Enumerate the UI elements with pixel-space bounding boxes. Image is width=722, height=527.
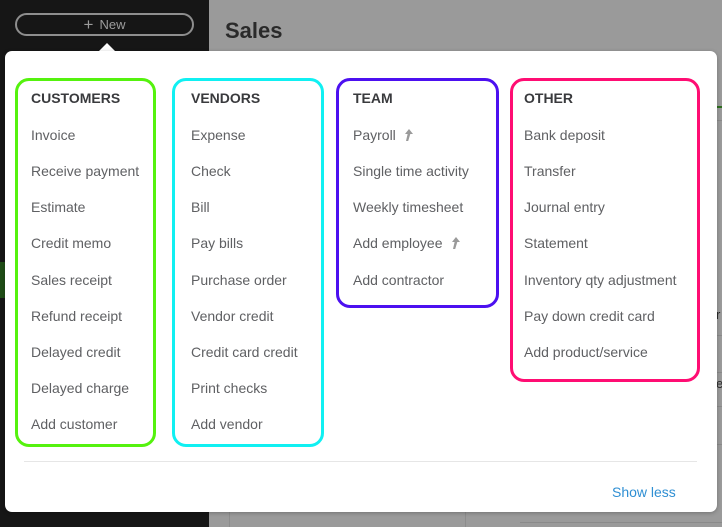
popover-divider [24,461,697,462]
menu-item-label: Purchase order [191,272,287,288]
menu-item-label: Delayed charge [31,380,130,396]
menu-item-label: Add product/service [524,344,648,360]
menu-item-delayed-charge[interactable]: Delayed charge [31,380,129,396]
menu-item-label: Credit memo [31,235,112,251]
menu-item-inventory-qty-adjustment[interactable]: Inventory qty adjustment [524,272,677,288]
menu-item-credit-card-credit[interactable]: Credit card credit [191,344,298,360]
menu-item-check[interactable]: Check [191,163,231,179]
menu-item-label: Payroll [353,127,396,143]
show-less-link[interactable]: Show less [612,484,676,500]
background-divider [717,444,722,445]
menu-item-bank-deposit[interactable]: Bank deposit [524,127,605,143]
menu-item-label: Invoice [31,127,76,143]
menu-item-single-time-activity[interactable]: Single time activity [353,163,469,179]
menu-item-purchase-order[interactable]: Purchase order [191,272,287,288]
background-divider [465,512,466,527]
menu-item-label: Pay down credit card [524,308,655,324]
menu-item-bill[interactable]: Bill [191,199,210,215]
menu-item-journal-entry[interactable]: Journal entry [524,199,605,215]
menu-item-refund-receipt[interactable]: Refund receipt [31,308,122,324]
menu-item-label: Weekly timesheet [353,199,464,215]
menu-item-label: Receive payment [31,163,140,179]
menu-item-add-contractor[interactable]: Add contractor [353,272,444,288]
new-button[interactable]: + New [15,13,194,36]
page-title: Sales [225,18,283,43]
menu-item-label: Bill [191,199,210,215]
menu-item-add-product-service[interactable]: Add product/service [524,344,648,360]
menu-item-label: Inventory qty adjustment [524,272,677,288]
other-column [510,78,700,382]
menu-item-receive-payment[interactable]: Receive payment [31,163,139,179]
menu-item-label: Print checks [191,380,268,396]
menu-item-label: Statement [524,235,588,251]
menu-item-expense[interactable]: Expense [191,127,245,143]
menu-item-label: Vendor credit [191,308,274,324]
plus-icon: + [83,15,94,34]
background-divider [717,120,722,121]
upgrade-arrow-icon [451,237,460,249]
menu-item-label: Single time activity [353,163,469,179]
menu-item-delayed-credit[interactable]: Delayed credit [31,344,121,360]
new-button-label: New [99,17,126,32]
menu-item-label: Check [191,163,231,179]
menu-item-add-vendor[interactable]: Add vendor [191,416,263,432]
menu-item-sales-receipt[interactable]: Sales receipt [31,272,112,288]
menu-item-label: Refund receipt [31,308,123,324]
menu-item-label: Pay bills [191,235,244,251]
team-heading: TEAM [353,90,393,106]
background-divider [717,406,722,407]
menu-item-label: Estimate [31,199,86,215]
background-divider [717,335,722,336]
menu-item-label: Credit card credit [191,344,298,360]
background-divider [717,372,722,373]
background-divider [229,512,230,527]
upgrade-arrow-icon [404,129,413,141]
menu-item-credit-memo[interactable]: Credit memo [31,235,111,251]
menu-item-print-checks[interactable]: Print checks [191,380,267,396]
menu-item-invoice[interactable]: Invoice [31,127,75,143]
menu-item-vendor-credit[interactable]: Vendor credit [191,308,274,324]
menu-item-label: Add contractor [353,272,445,288]
menu-item-weekly-timesheet[interactable]: Weekly timesheet [353,199,463,215]
menu-item-label: Add vendor [191,416,263,432]
menu-item-statement[interactable]: Statement [524,235,588,251]
customers-heading: CUSTOMERS [31,90,121,106]
background-divider [520,522,722,523]
vendors-heading: VENDORS [191,90,261,106]
menu-item-label: Transfer [524,163,576,179]
menu-item-label: Add customer [31,416,118,432]
menu-item-label: Delayed credit [31,344,121,360]
menu-item-pay-down-credit-card[interactable]: Pay down credit card [524,308,655,324]
menu-item-label: Journal entry [524,199,605,215]
menu-item-transfer[interactable]: Transfer [524,163,576,179]
menu-item-add-customer[interactable]: Add customer [31,416,117,432]
other-heading: OTHER [524,90,573,106]
menu-item-label: Add employee [353,235,443,251]
menu-item-payroll[interactable]: Payroll [353,127,414,143]
menu-item-estimate[interactable]: Estimate [31,199,85,215]
menu-item-label: Sales receipt [31,272,112,288]
menu-item-label: Bank deposit [524,127,605,143]
menu-item-label: Expense [191,127,246,143]
menu-item-add-employee[interactable]: Add employee [353,235,461,251]
menu-item-pay-bills[interactable]: Pay bills [191,235,243,251]
